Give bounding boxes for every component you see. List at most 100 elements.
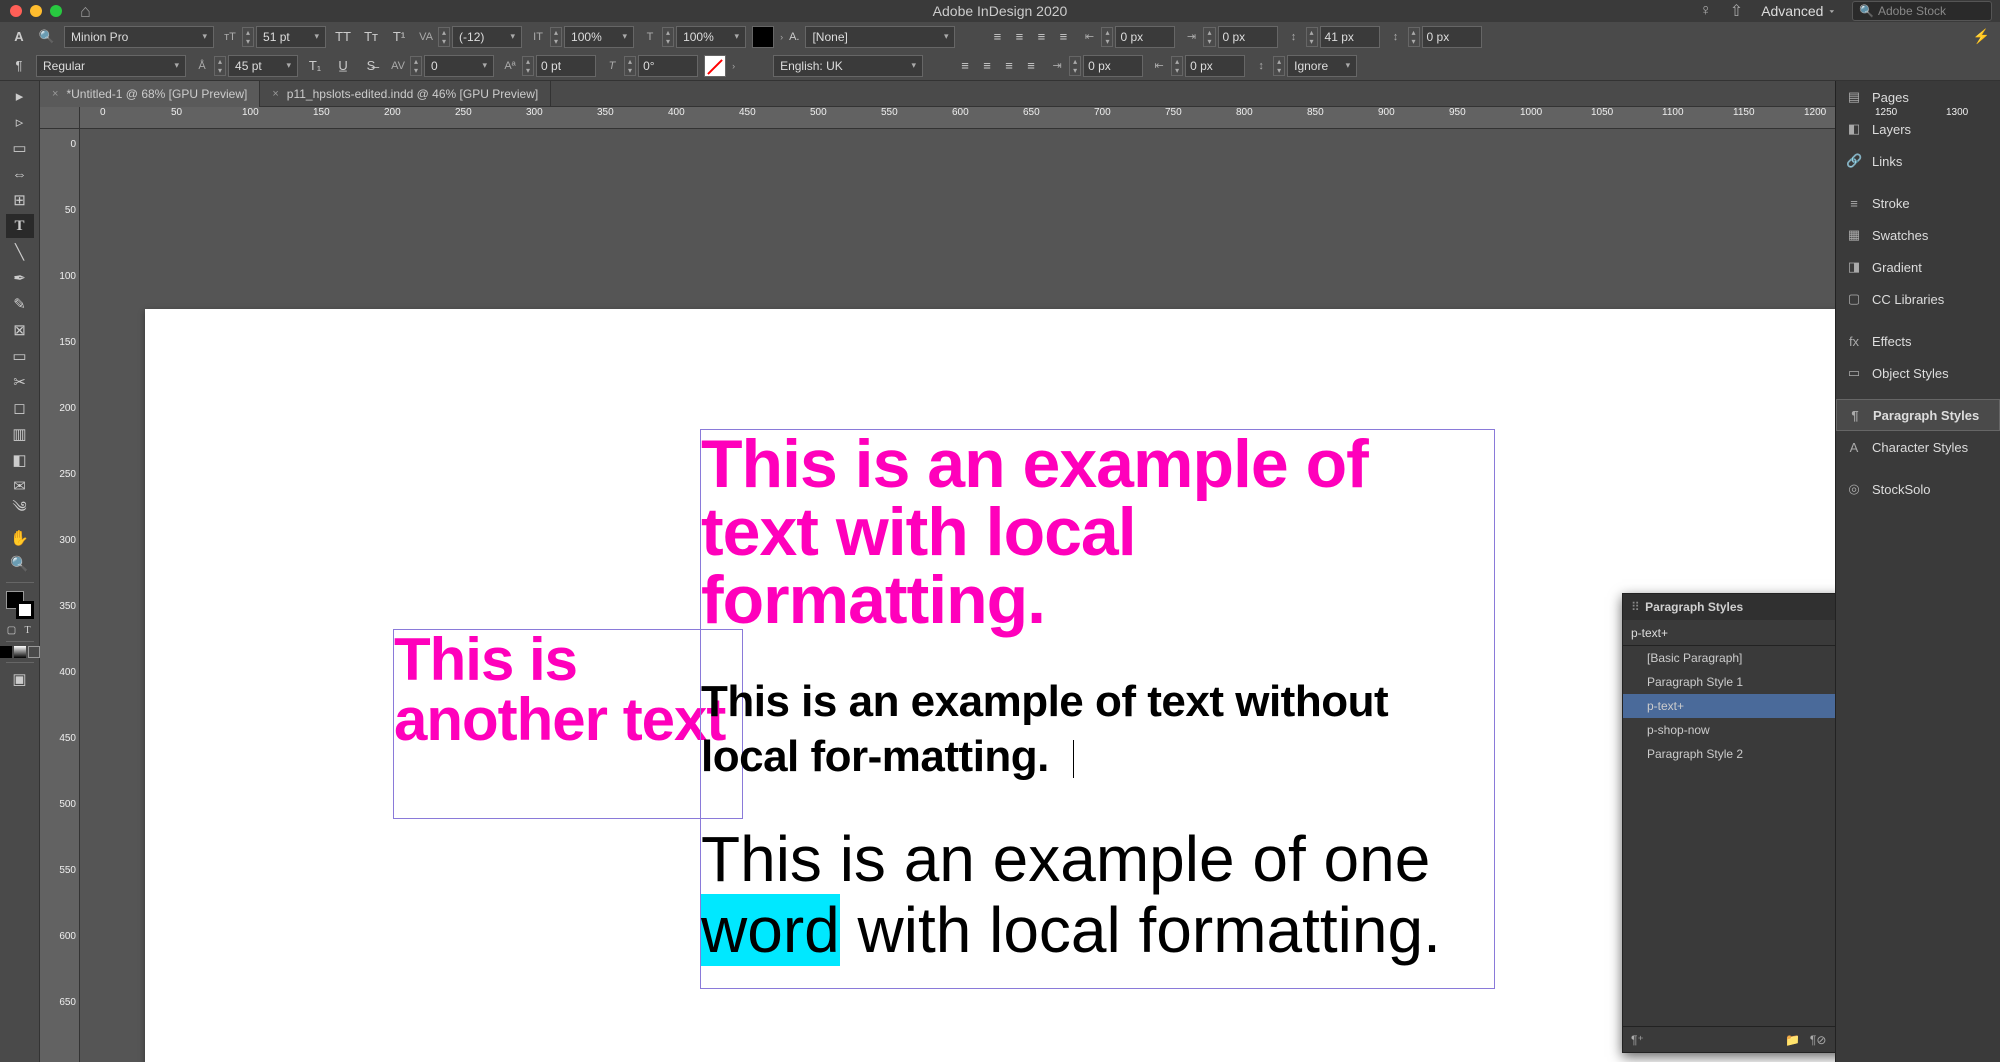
dock-item-stocksolo[interactable]: ◎StockSolo [1836, 473, 2000, 505]
dock-item-stroke[interactable]: ≡Stroke [1836, 187, 2000, 219]
align-right-icon[interactable]: ≡ [1031, 26, 1051, 48]
tab-hpslots[interactable]: ×p11_hpslots-edited.indd @ 46% [GPU Prev… [260, 81, 551, 107]
scissors-tool[interactable]: ✂ [6, 370, 34, 394]
style-override-icon[interactable]: ¶⁺ [1631, 1033, 1644, 1047]
align-justify-icon[interactable]: ≡ [1053, 26, 1073, 48]
panel-grip-icon[interactable]: ⠿ [1631, 600, 1642, 614]
baseline-input[interactable]: 0 pt [536, 55, 596, 77]
justify-left-icon[interactable]: ≡ [955, 55, 975, 77]
panel-header[interactable]: ⠿ Paragraph Styles » ≡ [1623, 594, 1835, 620]
baseline-stepper[interactable]: ▴▾ [522, 56, 534, 76]
formatting-container-icon[interactable]: ▢ [5, 623, 19, 637]
view-mode-icon[interactable]: ▣ [6, 667, 34, 691]
vertical-ruler[interactable]: 0501001502002503003504004505005506006507… [40, 129, 80, 1062]
space-before-stepper[interactable]: ▴▾ [1306, 27, 1318, 47]
indent-right-stepper[interactable]: ▴▾ [1069, 56, 1081, 76]
stroke-swatch-none[interactable] [704, 55, 726, 77]
content-collector-tool[interactable]: ⊞ [6, 188, 34, 212]
tracking-stepper[interactable]: ▴▾ [410, 56, 422, 76]
apply-color-icon[interactable] [0, 646, 12, 658]
eyedropper-tool[interactable]: ༄ [6, 500, 34, 524]
chevron-right-icon[interactable]: › [732, 61, 735, 71]
clear-override-icon[interactable]: ¶⊘ [1810, 1033, 1827, 1047]
paragraph-styles-panel[interactable]: ⠿ Paragraph Styles » ≡ p-text+ ⊕ ⚡ [Basi… [1622, 593, 1835, 1053]
skew-input[interactable]: 0° [638, 55, 698, 77]
paragraph-style-item[interactable]: Paragraph Style 1 [1623, 670, 1835, 694]
dock-item-character-styles[interactable]: ACharacter Styles [1836, 431, 2000, 463]
paragraph-style-item[interactable]: Paragraph Style 2 [1623, 742, 1835, 766]
justify-center-icon[interactable]: ≡ [977, 55, 997, 77]
character-formatting-icon[interactable]: A [8, 26, 30, 48]
indent-last-input[interactable]: 0 px [1185, 55, 1245, 77]
hand-tool[interactable]: ✋ [6, 526, 34, 550]
char-style-select[interactable]: [None]▾ [805, 26, 955, 48]
underline-icon[interactable]: U̲ [332, 55, 354, 77]
paragraph-style-item[interactable]: [Basic Paragraph] [1623, 646, 1835, 670]
paragraph-style-item[interactable]: p-text+ [1623, 694, 1835, 718]
small-caps-icon[interactable]: Tᴛ [360, 26, 382, 48]
indent-first-input[interactable]: 0 px [1218, 26, 1278, 48]
close-icon[interactable]: × [52, 88, 58, 100]
fill-stroke-chips[interactable] [6, 591, 34, 619]
dock-item-object-styles[interactable]: ▭Object Styles [1836, 357, 2000, 389]
leading-stepper[interactable]: ▴▾ [214, 56, 226, 76]
direct-selection-tool[interactable]: ▹ [6, 110, 34, 134]
auto-leading-stepper[interactable]: ▴▾ [1273, 56, 1285, 76]
formatting-text-icon[interactable]: T [21, 623, 35, 637]
fill-swatch-button[interactable] [752, 26, 774, 48]
strikethrough-icon[interactable]: S̶ [360, 55, 382, 77]
font-size-stepper[interactable]: ▴▾ [242, 27, 254, 47]
quick-apply-icon[interactable]: ⚡ [1973, 28, 1990, 45]
zoom-window-button[interactable] [50, 5, 62, 17]
indent-last-stepper[interactable]: ▴▾ [1171, 56, 1183, 76]
workspace-switcher[interactable]: Advanced ▾ [1761, 3, 1834, 19]
line-tool[interactable]: ╲ [6, 240, 34, 264]
search-font-icon[interactable]: 🔍 [36, 26, 58, 48]
font-weight-select[interactable]: Regular▾ [36, 55, 186, 77]
learn-icon[interactable]: ♀ [1700, 2, 1712, 20]
minimize-window-button[interactable] [30, 5, 42, 17]
gradient-swatch-tool[interactable]: ▥ [6, 422, 34, 446]
close-icon[interactable]: × [272, 88, 278, 100]
page-tool[interactable]: ▭ [6, 136, 34, 160]
justify-full-icon[interactable]: ≡ [1021, 55, 1041, 77]
adobe-stock-search[interactable]: 🔍 Adobe Stock [1852, 1, 1992, 21]
rectangle-tool[interactable]: ▭ [6, 344, 34, 368]
style-group-icon[interactable]: 📁 [1785, 1033, 1800, 1047]
chevron-right-icon[interactable]: › [780, 32, 783, 42]
apply-gradient-icon[interactable] [14, 646, 26, 658]
subscript-icon[interactable]: T₁ [304, 55, 326, 77]
align-center-icon[interactable]: ≡ [1009, 26, 1029, 48]
dock-item-links[interactable]: 🔗Links [1836, 145, 2000, 177]
space-after-input[interactable]: 0 px [1422, 26, 1482, 48]
dock-item-effects[interactable]: fxEffects [1836, 325, 2000, 357]
vscale-stepper[interactable]: ▴▾ [662, 27, 674, 47]
vscale-input[interactable]: 100%▾ [676, 26, 746, 48]
space-before-input[interactable]: 41 px [1320, 26, 1380, 48]
type-tool[interactable]: T [6, 214, 34, 238]
close-window-button[interactable] [10, 5, 22, 17]
hscale-stepper[interactable]: ▴▾ [550, 27, 562, 47]
skew-stepper[interactable]: ▴▾ [624, 56, 636, 76]
indent-left-input[interactable]: 0 px [1115, 26, 1175, 48]
ruler-origin[interactable] [40, 107, 80, 129]
paragraph-style-item[interactable]: p-shop-now [1623, 718, 1835, 742]
apply-none-icon[interactable] [28, 646, 40, 658]
indent-right-input[interactable]: 0 px [1083, 55, 1143, 77]
kerning-stepper[interactable]: ▴▾ [438, 27, 450, 47]
canvas[interactable]: This is another text This is an example … [80, 129, 1835, 1062]
hscale-input[interactable]: 100%▾ [564, 26, 634, 48]
indent-left-stepper[interactable]: ▴▾ [1101, 27, 1113, 47]
tab-untitled[interactable]: ×*Untitled-1 @ 68% [GPU Preview] [40, 81, 260, 107]
dock-item-layers[interactable]: ◧Layers [1836, 113, 2000, 145]
paragraph-formatting-icon[interactable]: ¶ [8, 55, 30, 77]
kerning-input[interactable]: (-12)▾ [452, 26, 522, 48]
align-left-icon[interactable]: ≡ [987, 26, 1007, 48]
tracking-input[interactable]: 0▾ [424, 55, 494, 77]
dock-item-swatches[interactable]: ▦Swatches [1836, 219, 2000, 251]
horizontal-ruler[interactable]: 0501001502002503003504004505005506006507… [80, 107, 1835, 129]
share-icon[interactable]: ⇧ [1730, 1, 1743, 21]
pen-tool[interactable]: ✒ [6, 266, 34, 290]
zoom-tool[interactable]: 🔍 [6, 552, 34, 576]
dock-item-pages[interactable]: ▤Pages [1836, 81, 2000, 113]
